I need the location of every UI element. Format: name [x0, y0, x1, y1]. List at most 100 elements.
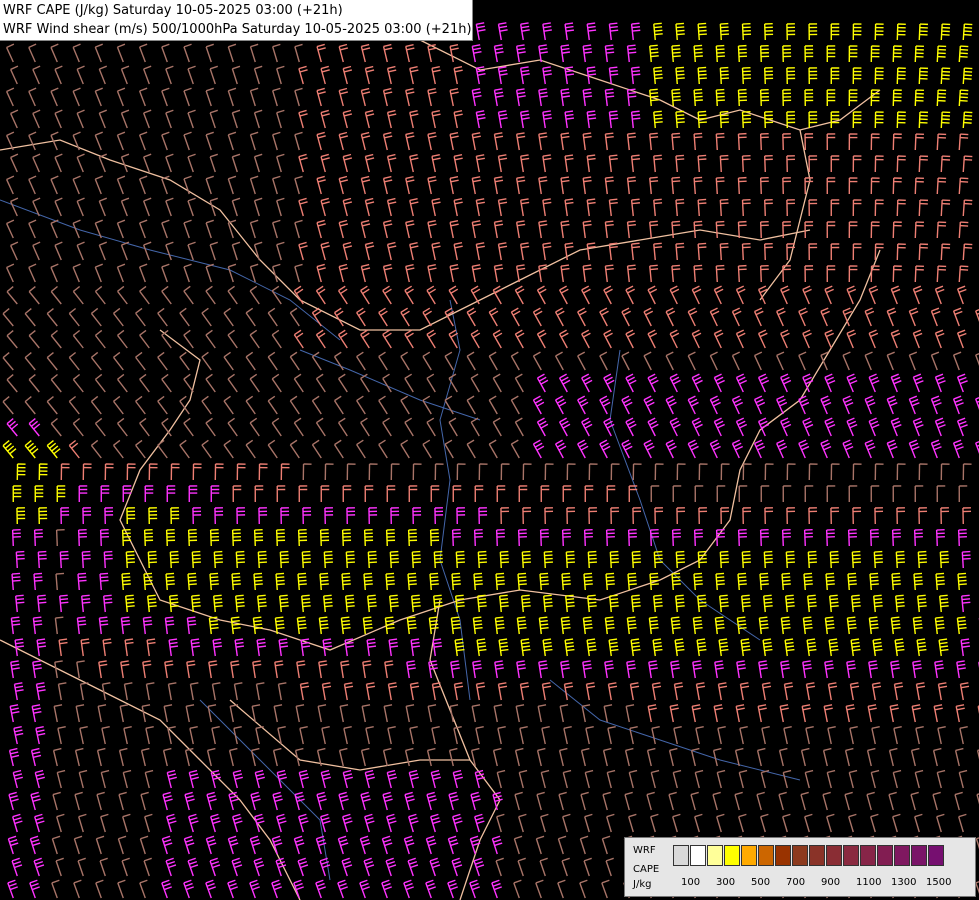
wind-barb: [687, 307, 698, 327]
wind-barb: [400, 395, 410, 415]
wind-barb: [940, 155, 951, 173]
wind-barb: [564, 638, 575, 657]
wind-barb: [626, 132, 636, 151]
wind-barb: [145, 682, 155, 701]
wind-barb: [912, 373, 924, 393]
wind-barb: [161, 263, 170, 283]
wind-barb: [186, 616, 197, 635]
wind-barb: [870, 769, 880, 789]
wind-barb: [624, 791, 633, 811]
wind-barb: [625, 329, 635, 349]
wind-barb: [54, 109, 63, 129]
wind-barb: [566, 507, 576, 525]
wind-barb: [646, 791, 655, 811]
wind-barb: [631, 594, 641, 613]
wind-barb: [753, 307, 764, 327]
wind-barb: [179, 351, 190, 371]
wind-barb: [804, 89, 814, 107]
wind-barb: [125, 550, 135, 569]
wind-barb: [253, 857, 265, 877]
wind-barb: [257, 594, 267, 613]
wind-barb: [786, 463, 796, 481]
wind-barb: [475, 22, 486, 41]
wind-barb: [139, 373, 150, 393]
wind-barb: [2, 308, 14, 327]
wind-barb: [536, 747, 546, 767]
wind-barb: [72, 87, 81, 107]
wind-barb: [294, 87, 303, 107]
wind-barb: [249, 43, 259, 63]
wind-barb: [718, 638, 729, 657]
wind-barb: [6, 374, 18, 393]
wind-barb: [520, 638, 531, 657]
wind-barb: [918, 111, 929, 129]
wind-barb: [583, 572, 593, 591]
wind-barb: [892, 177, 902, 195]
wind-barb: [808, 507, 818, 525]
wind-barb: [560, 176, 570, 195]
wind-barb: [231, 109, 241, 129]
wind-barb: [560, 132, 570, 151]
wind-barb: [932, 747, 942, 767]
wind-barb: [738, 813, 747, 833]
wind-barb: [320, 485, 330, 503]
wind-barb: [232, 485, 242, 503]
wind-barb: [79, 725, 88, 745]
wind-barb: [915, 725, 924, 745]
wind-barb: [804, 45, 814, 63]
wind-barb: [538, 176, 548, 195]
wind-barb: [169, 550, 179, 569]
wind-barb: [103, 550, 113, 569]
wind-barb: [782, 485, 792, 503]
wind-barb: [60, 463, 70, 481]
wind-barb: [808, 67, 818, 85]
wind-barb: [469, 879, 480, 899]
wind-barb: [99, 572, 109, 591]
wind-barb: [144, 769, 154, 789]
wind-barb: [763, 594, 773, 613]
wind-barb: [121, 572, 131, 591]
wind-barb: [250, 747, 260, 767]
wind-barb: [715, 176, 725, 195]
wind-barb: [378, 395, 388, 415]
wind-barb: [798, 307, 808, 327]
wind-barb: [186, 660, 196, 679]
wind-barb: [364, 65, 375, 85]
wind-barb: [808, 243, 818, 261]
wind-barb: [338, 747, 348, 767]
wind-barb: [602, 747, 612, 767]
wind-barb: [120, 197, 130, 217]
wind-barb: [342, 813, 353, 833]
wind-barb: [165, 153, 174, 173]
wind-barb: [139, 879, 148, 899]
wind-barb: [143, 109, 152, 129]
wind-barb: [387, 725, 396, 745]
wind-barb: [249, 219, 259, 239]
wind-barb: [201, 395, 212, 415]
wind-barb: [890, 660, 900, 679]
legend-swatch: [724, 845, 740, 866]
wind-barb: [201, 439, 212, 459]
wind-barb: [761, 725, 770, 745]
wind-barb: [500, 463, 510, 481]
wind-barb: [324, 463, 334, 481]
wind-barb: [910, 747, 920, 767]
wind-barb: [734, 791, 743, 811]
wind-barb: [360, 263, 371, 283]
wind-barb: [360, 417, 370, 437]
wind-barb: [471, 220, 481, 239]
wind-barb: [693, 44, 703, 63]
wind-barb: [719, 66, 729, 85]
wind-barb: [538, 88, 548, 107]
wind-barb: [786, 23, 796, 41]
wind-barb: [11, 572, 21, 591]
wind-barb: [422, 439, 432, 459]
wind-barb: [780, 660, 790, 679]
wind-barb: [274, 660, 284, 679]
wind-barb: [757, 417, 770, 437]
wind-barb: [378, 439, 388, 459]
wind-barb: [673, 725, 682, 745]
wind-barb: [864, 439, 876, 459]
wind-barb: [162, 747, 172, 767]
wind-barb: [16, 507, 26, 525]
